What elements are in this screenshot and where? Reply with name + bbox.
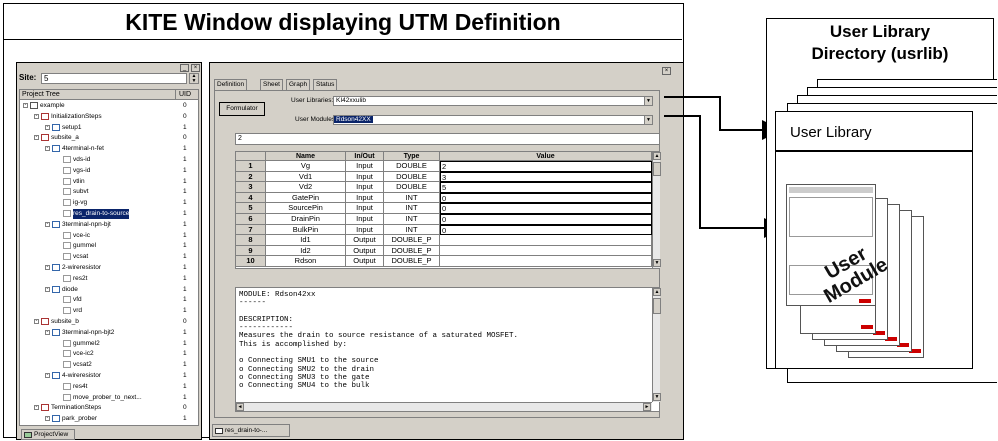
user-library-card-label: User Library (790, 124, 872, 141)
user-library-directory-title-line2: Directory (usrlib) (811, 44, 949, 63)
user-library-card[interactable]: User Library User Module (775, 111, 973, 369)
user-library-directory: User Library Directory (usrlib) User Lib… (766, 18, 997, 383)
user-library-directory-title-line1: User Library (829, 22, 931, 41)
user-module-thumbnails: User Module (776, 152, 972, 368)
module-arrow (664, 115, 784, 238)
library-arrow (664, 96, 782, 140)
user-library-directory-title: User Library Directory (usrlib) (767, 21, 993, 65)
